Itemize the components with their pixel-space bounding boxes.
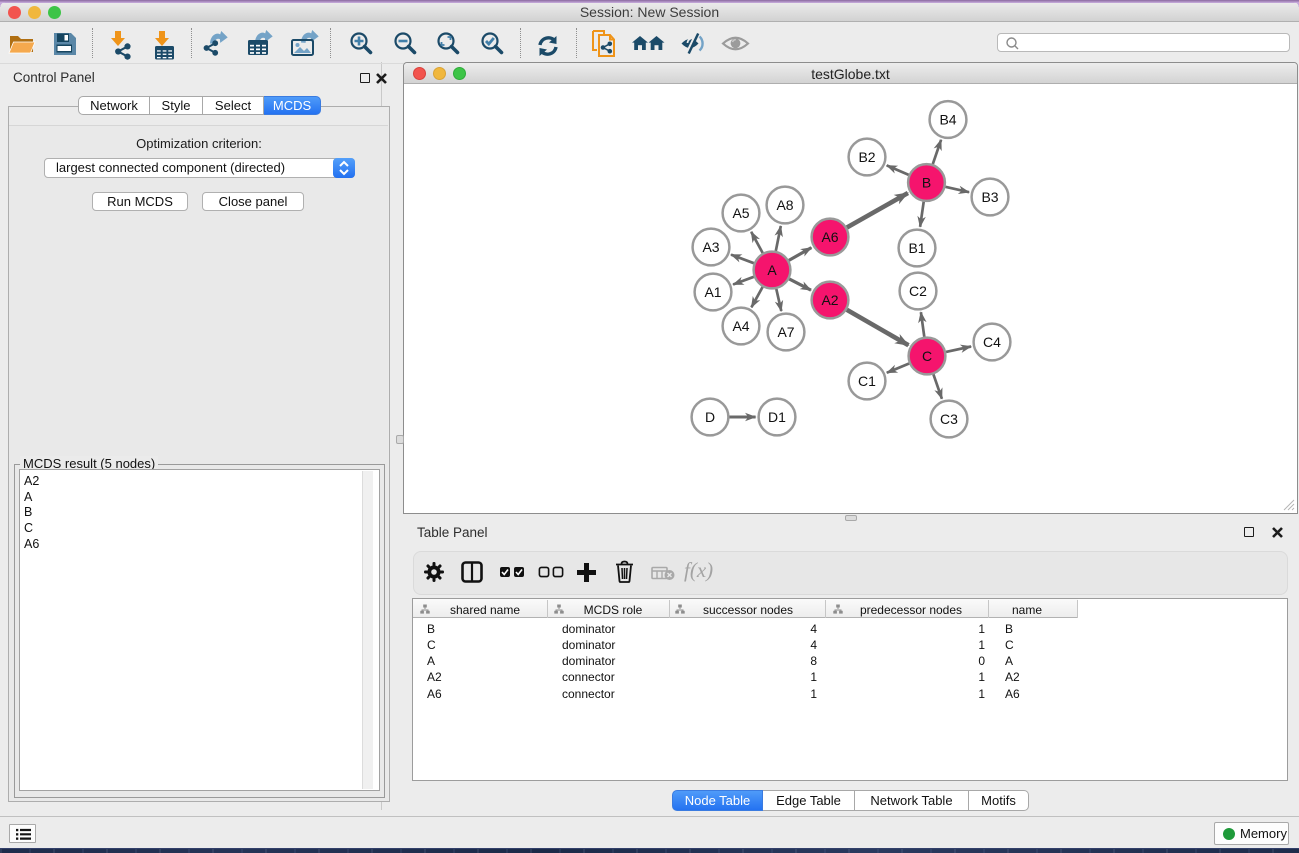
svg-text:A3: A3 bbox=[702, 239, 719, 255]
svg-text:B: B bbox=[922, 175, 931, 191]
svg-text:C2: C2 bbox=[909, 283, 927, 299]
svg-text:A6: A6 bbox=[821, 229, 838, 245]
svg-text:B3: B3 bbox=[981, 189, 998, 205]
svg-text:C: C bbox=[922, 348, 932, 364]
svg-text:A4: A4 bbox=[732, 318, 749, 334]
svg-text:A7: A7 bbox=[777, 324, 794, 340]
svg-text:A5: A5 bbox=[732, 205, 749, 221]
svg-text:A2: A2 bbox=[821, 292, 838, 308]
svg-text:C4: C4 bbox=[983, 334, 1001, 350]
svg-text:A: A bbox=[767, 262, 777, 278]
svg-text:A1: A1 bbox=[704, 284, 721, 300]
svg-text:D: D bbox=[705, 409, 715, 425]
svg-text:B1: B1 bbox=[908, 240, 925, 256]
svg-text:C3: C3 bbox=[940, 411, 958, 427]
svg-text:A8: A8 bbox=[776, 197, 793, 213]
svg-text:C1: C1 bbox=[858, 373, 876, 389]
svg-text:D1: D1 bbox=[768, 409, 786, 425]
svg-text:B4: B4 bbox=[939, 112, 956, 128]
svg-text:B2: B2 bbox=[858, 149, 875, 165]
